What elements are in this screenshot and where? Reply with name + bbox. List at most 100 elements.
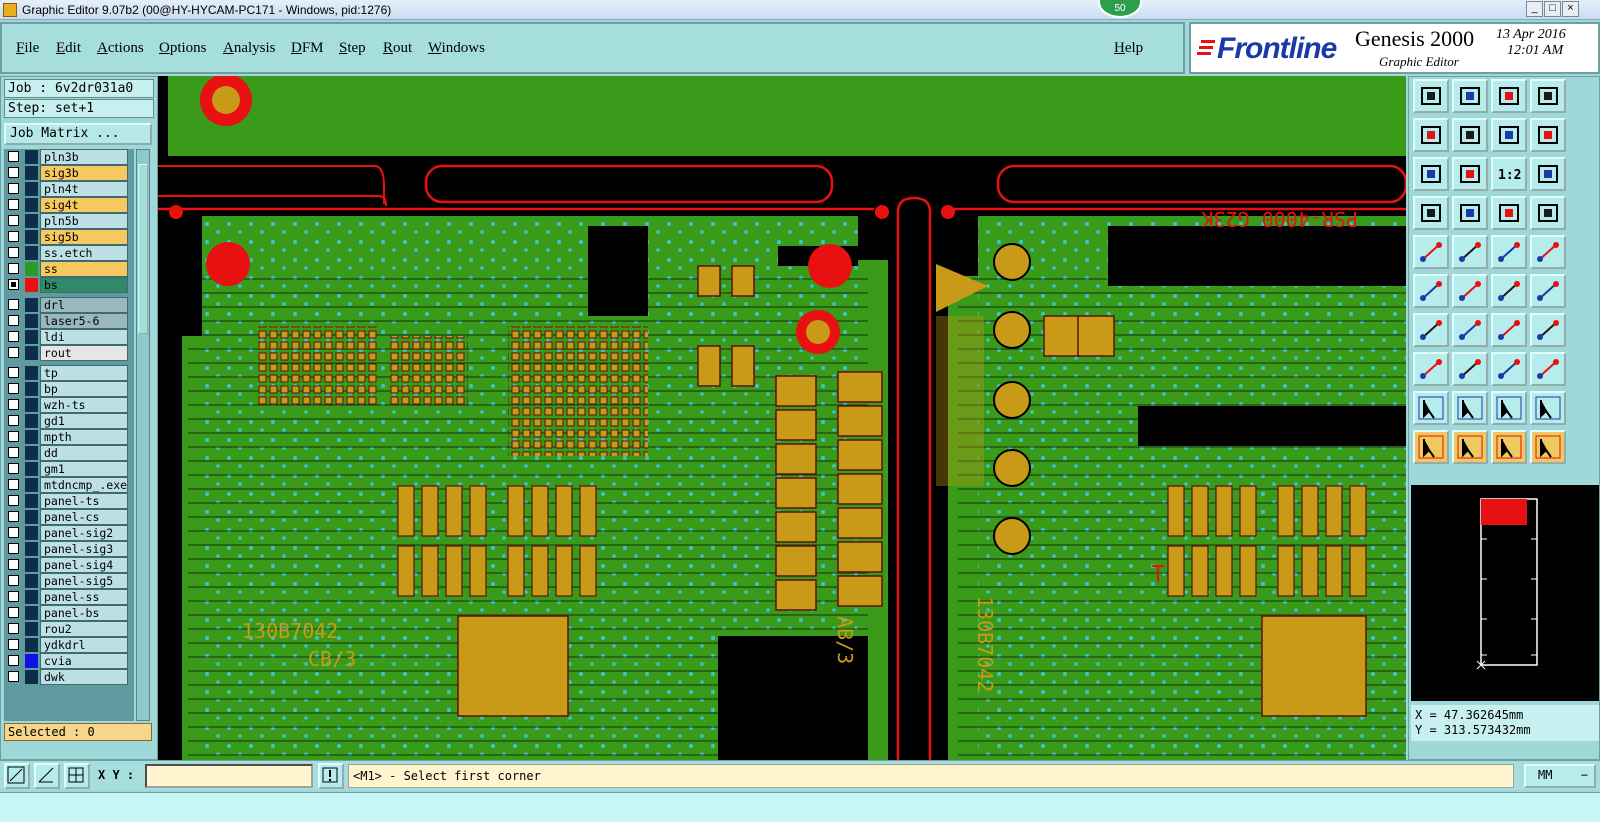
layer-name[interactable]: panel-sig3 [40, 541, 128, 557]
layer-row-pln5b[interactable]: pln5b [4, 213, 134, 229]
menu-edit[interactable]: Edit [56, 40, 81, 57]
snap-mode-icon[interactable] [4, 763, 30, 789]
triangle-select3-icon[interactable] [1491, 391, 1527, 425]
select-net-icon[interactable] [1452, 235, 1488, 269]
layer-checkbox[interactable] [8, 183, 19, 194]
rotate-icon[interactable] [1491, 313, 1527, 347]
menu-dfm[interactable]: DFM [291, 40, 324, 57]
overview-map[interactable] [1411, 485, 1599, 701]
triangle-select-icon[interactable] [1413, 391, 1449, 425]
layer-name[interactable]: rout [40, 345, 128, 361]
triangle-select2-icon[interactable] [1452, 391, 1488, 425]
layer-color-swatch[interactable] [25, 606, 38, 620]
layer-color-swatch[interactable] [25, 654, 38, 668]
layer-name[interactable]: sig3b [40, 165, 128, 181]
layer-checkbox[interactable] [8, 559, 19, 570]
layer-checkbox[interactable] [8, 655, 19, 666]
layer-name[interactable]: drl [40, 297, 128, 313]
layer-name[interactable]: panel-ss [40, 589, 128, 605]
layer-name[interactable]: panel-ts [40, 493, 128, 509]
layer-color-swatch[interactable] [25, 574, 38, 588]
zoom-1-2-icon[interactable]: 1:2 [1491, 157, 1527, 191]
menu-step[interactable]: Step [339, 40, 366, 57]
layer-row-rout[interactable]: rout [4, 345, 134, 361]
layer-name[interactable]: panel-sig4 [40, 557, 128, 573]
layer-checkbox[interactable] [8, 367, 19, 378]
menu-rout[interactable]: Rout [383, 40, 412, 57]
layer-checkbox[interactable] [8, 199, 19, 210]
layer-color-swatch[interactable] [25, 590, 38, 604]
layer-name[interactable]: pln5b [40, 213, 128, 229]
layer-name[interactable]: mpth [40, 429, 128, 445]
layer-color-swatch[interactable] [25, 446, 38, 460]
layer-checkbox[interactable] [8, 671, 19, 682]
layer-row-dd[interactable]: dd [4, 445, 134, 461]
overview-map-view[interactable] [1411, 485, 1599, 701]
layer-color-swatch[interactable] [25, 298, 38, 312]
layer-checkbox[interactable] [8, 167, 19, 178]
layer-row-laser5-6[interactable]: laser5-6 [4, 313, 134, 329]
layer-checkbox[interactable] [8, 479, 19, 490]
contour-icon[interactable] [1530, 352, 1566, 386]
layer-color-swatch[interactable] [25, 262, 38, 276]
layer-row-mtdncmp-exe[interactable]: mtdncmp_.exe [4, 477, 134, 493]
minimize-button[interactable]: _ [1526, 1, 1543, 17]
layer-scrollbar[interactable] [136, 149, 150, 721]
layer-row-bp[interactable]: bp [4, 381, 134, 397]
ruler-icon[interactable] [1491, 235, 1527, 269]
layer-name[interactable]: bs [40, 277, 128, 293]
split-view-icon[interactable] [1530, 79, 1566, 113]
pointer-frame-icon[interactable] [1452, 430, 1488, 464]
pan-right-icon[interactable] [1452, 118, 1488, 152]
layer-name[interactable]: ldi [40, 329, 128, 345]
layer-color-swatch[interactable] [25, 414, 38, 428]
layer-row-panel-ts[interactable]: panel-ts [4, 493, 134, 509]
menu-windows[interactable]: Windows [428, 40, 485, 57]
layer-checkbox[interactable] [8, 315, 19, 326]
layer-row-pln3b[interactable]: pln3b [4, 149, 134, 165]
layer-name[interactable]: tp [40, 365, 128, 381]
layer-checkbox[interactable] [8, 639, 19, 650]
layer-checkbox[interactable] [8, 299, 19, 310]
layer-checkbox[interactable] [8, 591, 19, 602]
layer-row-ss-etch[interactable]: ss.etch [4, 245, 134, 261]
layer-checkbox[interactable] [8, 215, 19, 226]
layer-checkbox[interactable] [8, 543, 19, 554]
layer-row-wzh-ts[interactable]: wzh-ts [4, 397, 134, 413]
layer-row-gm1[interactable]: gm1 [4, 461, 134, 477]
layer-row-ss[interactable]: ss [4, 261, 134, 277]
move-point-icon[interactable] [1491, 274, 1527, 308]
layer-name[interactable]: gm1 [40, 461, 128, 477]
layer-color-swatch[interactable] [25, 542, 38, 556]
mirror-icon[interactable] [1530, 313, 1566, 347]
warning-icon[interactable] [318, 763, 344, 789]
layer-color-swatch[interactable] [25, 462, 38, 476]
layer-name[interactable]: pln3b [40, 149, 128, 165]
layer-color-swatch[interactable] [25, 198, 38, 212]
layer-name[interactable]: gd1 [40, 413, 128, 429]
line-diagonal-icon[interactable] [1452, 313, 1488, 347]
layer-row-panel-bs[interactable]: panel-bs [4, 605, 134, 621]
layer-checkbox[interactable] [8, 331, 19, 342]
layer-name[interactable]: sig5b [40, 229, 128, 245]
layer-color-swatch[interactable] [25, 214, 38, 228]
menu-file[interactable]: File [16, 40, 39, 57]
layer-color-swatch[interactable] [25, 510, 38, 524]
layer-name[interactable]: bp [40, 381, 128, 397]
layer-row-drl[interactable]: drl [4, 297, 134, 313]
snap-icon[interactable] [1413, 352, 1449, 386]
layer-name[interactable]: sig4t [40, 197, 128, 213]
job-matrix-button[interactable]: Job Matrix ... [4, 123, 152, 145]
home-icon[interactable] [1491, 79, 1527, 113]
layer-color-swatch[interactable] [25, 314, 38, 328]
notification-badge[interactable]: 50 [1098, 0, 1142, 18]
pointer-graph-icon[interactable] [1530, 430, 1566, 464]
zoom-window-icon[interactable] [1491, 118, 1527, 152]
layer-checkbox[interactable] [8, 463, 19, 474]
pointer-icon[interactable] [1413, 430, 1449, 464]
layer-name[interactable]: panel-sig2 [40, 525, 128, 541]
layer-row-sig4t[interactable]: sig4t [4, 197, 134, 213]
scroll-thumb[interactable] [138, 164, 148, 334]
redraw-icon[interactable] [1530, 118, 1566, 152]
layer-name[interactable]: ss [40, 261, 128, 277]
